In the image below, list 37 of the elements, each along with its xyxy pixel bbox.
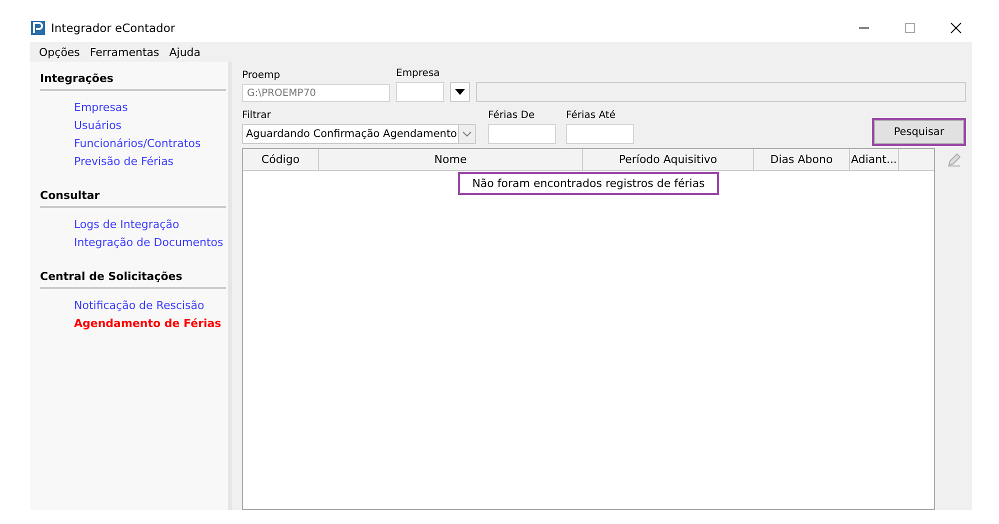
sidebar-link[interactable]: Agendamento de Férias <box>40 315 226 333</box>
column-header[interactable]: Código <box>243 149 319 170</box>
menu-item[interactable]: Ajuda <box>164 46 206 58</box>
field-label: Empresa <box>396 68 441 79</box>
sidebar-link[interactable]: Notificação de Rescisão <box>40 297 226 315</box>
sidebar-link[interactable]: Logs de Integração <box>40 216 226 234</box>
section-heading: Central de Solicitações <box>40 270 226 289</box>
menu-item[interactable]: Opções <box>34 46 85 58</box>
window-title: Integrador eContador <box>51 21 176 35</box>
dropdown-button[interactable] <box>450 82 470 102</box>
sidebar-link[interactable]: Integração de Documentos <box>40 234 226 252</box>
field-label: Férias De <box>488 110 536 121</box>
chevron-icon <box>458 125 475 143</box>
field-label: Proemp <box>242 70 282 81</box>
filter-dropdown[interactable]: Aguardando Confirmação Agendamento <box>242 124 476 144</box>
app-logo-icon <box>31 21 45 35</box>
section-heading: Integrações <box>40 72 226 91</box>
sidebar-link[interactable]: Funcionários/Contratos <box>40 135 226 153</box>
column-header[interactable]: Dias Abono <box>754 149 850 170</box>
field-label: Férias Até <box>566 110 617 121</box>
field-label: Filtrar <box>242 110 272 121</box>
date-field[interactable] <box>488 124 556 144</box>
empty-message: Não foram encontrados registros de férias <box>460 174 717 193</box>
sidebar-link[interactable]: Previsão de Férias <box>40 153 226 171</box>
sidebar-link[interactable]: Usuários <box>40 117 226 135</box>
menu-item[interactable]: Ferramentas <box>84 46 164 58</box>
sidebar-link[interactable]: Empresas <box>40 99 226 117</box>
section-heading: Consultar <box>40 189 226 208</box>
pencil-icon[interactable] <box>946 152 962 168</box>
proemp-field[interactable]: G:\PROEMP70 <box>242 84 390 102</box>
date-field[interactable] <box>566 124 634 144</box>
search-button[interactable]: Pesquisar <box>874 120 964 144</box>
caret-icon <box>455 89 465 95</box>
empresa-field[interactable] <box>396 82 444 102</box>
column-header[interactable]: Adiant... <box>850 149 899 170</box>
column-header[interactable]: Nome <box>319 149 583 170</box>
column-header[interactable]: Período Aquisitivo <box>583 149 754 170</box>
